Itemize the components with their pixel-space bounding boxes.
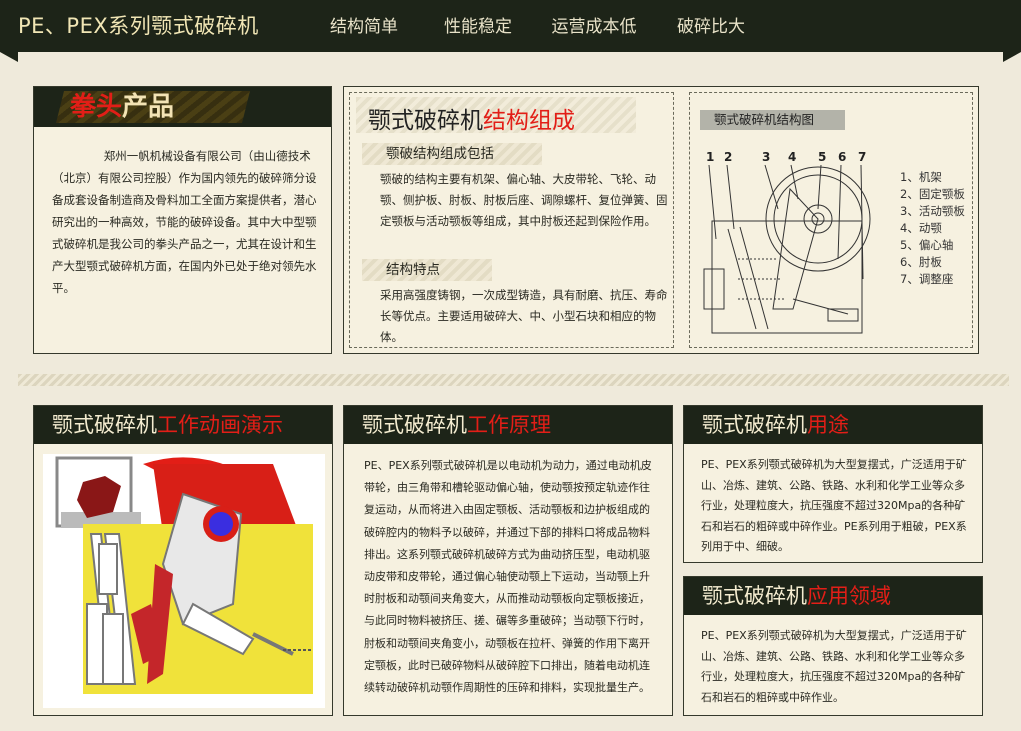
principle-title-highlight: 工作原理	[467, 413, 551, 437]
usage-description: PE、PEX系列颚式破碎机为大型复摆式，广泛适用于矿山、冶炼、建筑、公路、铁路、…	[701, 458, 967, 554]
application-field-description: PE、PEX系列颚式破碎机为大型复摆式，广泛适用于矿山、冶炼、建筑、公路、铁路、…	[701, 629, 967, 704]
animation-title-highlight: 工作动画演示	[157, 413, 283, 437]
fist-product-title-highlight: 拳头	[70, 92, 123, 122]
structure-panel: 颚式破碎机结构组成 颚破结构组成包括 颚破的结构主要有机架、偏心轴、大皮带轮、飞…	[343, 86, 979, 354]
fist-product-description: 郑州一帆机械设备有限公司（由山德技术（北京）有限公司控股）作为国内领先的破碎筛分…	[52, 149, 317, 295]
animation-header: 颚式破碎机工作动画演示	[34, 406, 332, 444]
legend-item-swing-jaw: 4、动颚	[900, 221, 942, 235]
usage-panel: 颚式破碎机用途 PE、PEX系列颚式破碎机为大型复摆式，广泛适用于矿山、冶炼、建…	[683, 405, 983, 563]
structure-title-highlight: 结构组成	[483, 108, 575, 134]
fist-product-header: 拳头产品	[34, 87, 331, 127]
section-divider	[18, 374, 1009, 386]
diagram-number-1: 1	[706, 150, 714, 164]
structure-title: 颚式破碎机结构组成	[368, 101, 575, 135]
legend-item-eccentric-shaft: 5、偏心轴	[900, 238, 954, 252]
structure-subheading-components: 颚破结构组成包括	[362, 143, 542, 165]
diagram-number-3: 3	[762, 150, 770, 164]
structure-title-main: 颚式破碎机	[368, 108, 483, 134]
diagram-number-6: 6	[838, 150, 846, 164]
structure-diagram-label: 颚式破碎机结构图	[700, 110, 845, 130]
feature-tag-high-ratio: 破碎比大	[663, 13, 759, 41]
principle-header: 颚式破碎机工作原理	[344, 406, 672, 444]
structure-components-text: 颚破的结构主要有机架、偏心轴、大皮带轮、飞轮、动颚、侧护板、肘板、肘板后座、调隙…	[380, 172, 668, 228]
legend-item-movable-jaw: 3、活动颚板	[900, 204, 965, 218]
diagram-number-2: 2	[724, 150, 732, 164]
fist-product-title-rest: 产品	[122, 92, 175, 122]
feature-tag-low-cost: 运营成本低	[538, 13, 650, 41]
jaw-crusher-structure-diagram: 1 2 3 4 5 6 7	[703, 150, 871, 334]
usage-title-highlight: 用途	[807, 413, 849, 437]
diagram-number-4: 4	[788, 150, 796, 164]
structure-features-text: 采用高强度铸钢，一次成型铸造，具有耐磨、抗压、寿命长等优点。主要适用破碎大、中、…	[380, 288, 668, 344]
animation-panel: 颚式破碎机工作动画演示	[33, 405, 333, 716]
principle-description: PE、PEX系列颚式破碎机是以电动机为动力，通过电动机皮带轮，由三角带和槽轮驱动…	[364, 459, 652, 695]
application-field-header: 颚式破碎机应用领域	[684, 577, 982, 615]
usage-header: 颚式破碎机用途	[684, 406, 982, 444]
header-bar: PE、PEX系列颚式破碎机 结构简单 性能稳定 运营成本低 破碎比大	[0, 0, 1021, 52]
feature-tag-stable-performance: 性能稳定	[430, 13, 526, 41]
usage-title-main: 颚式破碎机	[702, 413, 807, 437]
application-field-title-main: 颚式破碎机	[702, 584, 807, 608]
page-title: PE、PEX系列颚式破碎机	[18, 14, 259, 38]
application-field-panel: 颚式破碎机应用领域 PE、PEX系列颚式破碎机为大型复摆式，广泛适用于矿山、冶炼…	[683, 576, 983, 716]
header-corner-right	[1003, 52, 1021, 62]
legend-item-toggle-plate: 6、肘板	[900, 255, 942, 269]
principle-panel: 颚式破碎机工作原理 PE、PEX系列颚式破碎机是以电动机为动力，通过电动机皮带轮…	[343, 405, 673, 716]
structure-text-box: 颚式破碎机结构组成 颚破结构组成包括 颚破的结构主要有机架、偏心轴、大皮带轮、飞…	[349, 92, 674, 348]
structure-legend: 1、机架 2、固定颚板 3、活动颚板 4、动颚 5、偏心轴 6、肘板 7、调整座	[900, 169, 965, 288]
application-field-title-highlight: 应用领域	[807, 584, 891, 608]
jaw-crusher-animation-frame	[55, 456, 313, 694]
legend-item-fixed-jaw: 2、固定颚板	[900, 187, 965, 201]
diagram-number-5: 5	[818, 150, 826, 164]
animation-title-main: 颚式破碎机	[52, 413, 157, 437]
structure-subheading-features: 结构特点	[362, 259, 492, 281]
fist-product-title: 拳头产品	[70, 92, 174, 122]
fist-product-panel: 拳头产品 郑州一帆机械设备有限公司（由山德技术（北京）有限公司控股）作为国内领先…	[33, 86, 332, 354]
animation-illustration	[43, 454, 325, 708]
principle-title-main: 颚式破碎机	[362, 413, 467, 437]
header-corner-left	[0, 52, 18, 62]
legend-item-frame: 1、机架	[900, 170, 942, 184]
legend-item-adjust-seat: 7、调整座	[900, 272, 954, 286]
structure-diagram-box: 颚式破碎机结构图 1 2 3 4 5 6 7 1、机架 2、固定颚板 3、活动颚…	[689, 92, 973, 348]
diagram-number-7: 7	[858, 150, 866, 164]
feature-tag-simple-structure: 结构简单	[318, 13, 410, 41]
